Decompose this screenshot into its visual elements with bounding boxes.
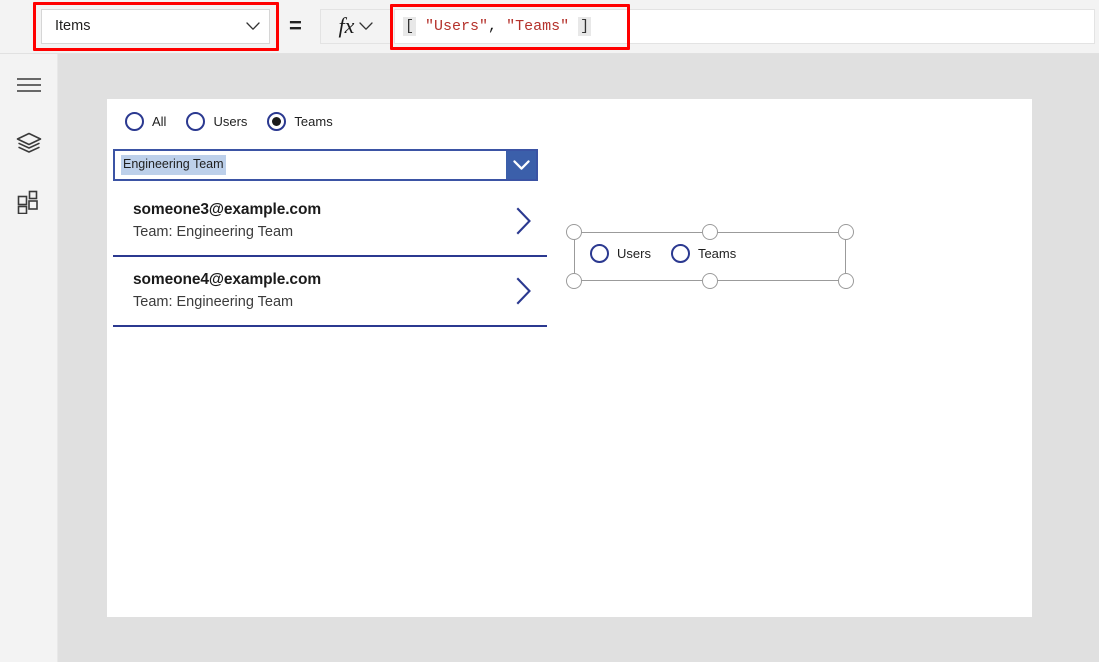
app-canvas[interactable]: All Users Teams Engineering Team someone… — [107, 99, 1032, 617]
resize-handle-top-right[interactable] — [838, 224, 854, 240]
equals-sign: = — [289, 13, 302, 38]
insert-icon[interactable] — [13, 186, 45, 218]
team-combobox[interactable]: Engineering Team — [113, 149, 538, 181]
fx-glyph: fx — [338, 12, 355, 38]
formula-string-users: "Users" — [425, 18, 489, 35]
resize-handle-bottom-right[interactable] — [838, 273, 854, 289]
radio-group-selected[interactable]: Users Teams — [590, 244, 736, 263]
combobox-value: Engineering Team — [121, 155, 226, 175]
gallery-item-text: someone3@example.com Team: Engineering T… — [133, 200, 501, 242]
tree-view-icon[interactable] — [13, 127, 45, 159]
radio-circle-icon — [186, 112, 206, 131]
radio-option-teams[interactable]: Teams — [267, 112, 333, 131]
radio-label: All — [152, 114, 167, 129]
chevron-down-icon — [512, 159, 530, 170]
formula-close-bracket: ] — [578, 17, 592, 36]
radio-circle-icon — [670, 244, 690, 263]
formula-comma: , — [488, 18, 507, 35]
gallery-item-subtitle: Team: Engineering Team — [133, 293, 294, 310]
formula-open-bracket: [ — [403, 17, 417, 36]
radio-option-users[interactable]: Users — [590, 244, 651, 263]
combobox-value-area[interactable]: Engineering Team — [115, 151, 506, 179]
radio-label: Users — [213, 114, 248, 129]
formula-space-trail — [569, 18, 578, 35]
chevron-right-icon[interactable] — [501, 206, 547, 236]
gallery-item-title: someone3@example.com — [133, 200, 321, 218]
fx-button[interactable]: fx — [320, 9, 392, 44]
radio-circle-icon — [590, 244, 609, 263]
gallery-item-text: someone4@example.com Team: Engineering T… — [133, 270, 501, 312]
radio-circle-icon — [125, 112, 144, 131]
radio-label: Teams — [697, 246, 737, 261]
resize-handle-top-left[interactable] — [566, 224, 582, 240]
formula-string-teams: "Teams" — [506, 18, 570, 35]
gallery-item-title: someone4@example.com — [133, 270, 321, 288]
resize-handle-bottom-left[interactable] — [566, 273, 582, 289]
left-rail — [0, 54, 58, 662]
chevron-down-icon — [359, 22, 374, 30]
property-dropdown[interactable]: Items — [41, 9, 270, 44]
selected-control-wrapper[interactable]: Users Teams — [566, 224, 854, 289]
resize-handle-top-middle[interactable] — [702, 224, 718, 240]
gallery-item[interactable]: someone4@example.com Team: Engineering T… — [113, 257, 547, 327]
resize-handle-bottom-middle[interactable] — [702, 273, 718, 289]
formula-input[interactable]: [ "Users", "Teams" ] — [394, 9, 1095, 44]
chevron-down-icon — [246, 22, 260, 30]
workspace: All Users Teams Engineering Team someone… — [58, 54, 1099, 662]
radio-option-all[interactable]: All — [125, 112, 166, 131]
combobox-toggle-button[interactable] — [506, 151, 536, 179]
formula-space-lead — [416, 18, 425, 35]
radio-option-teams[interactable]: Teams — [670, 244, 737, 263]
radio-circle-selected-icon — [267, 112, 287, 131]
member-gallery[interactable]: someone3@example.com Team: Engineering T… — [113, 187, 547, 327]
command-formula-bar: Items = fx [ "Users", "Teams" ] — [0, 0, 1099, 54]
radio-label: Teams — [294, 114, 333, 129]
gallery-item-subtitle: Team: Engineering Team — [133, 223, 294, 240]
radio-group-filter[interactable]: All Users Teams — [125, 112, 333, 131]
chevron-right-icon[interactable] — [501, 276, 547, 306]
hamburger-menu-icon[interactable] — [13, 69, 45, 101]
property-dropdown-value: Items — [55, 18, 91, 35]
radio-label: Users — [617, 246, 651, 261]
radio-option-users[interactable]: Users — [186, 112, 247, 131]
gallery-item[interactable]: someone3@example.com Team: Engineering T… — [113, 187, 547, 257]
